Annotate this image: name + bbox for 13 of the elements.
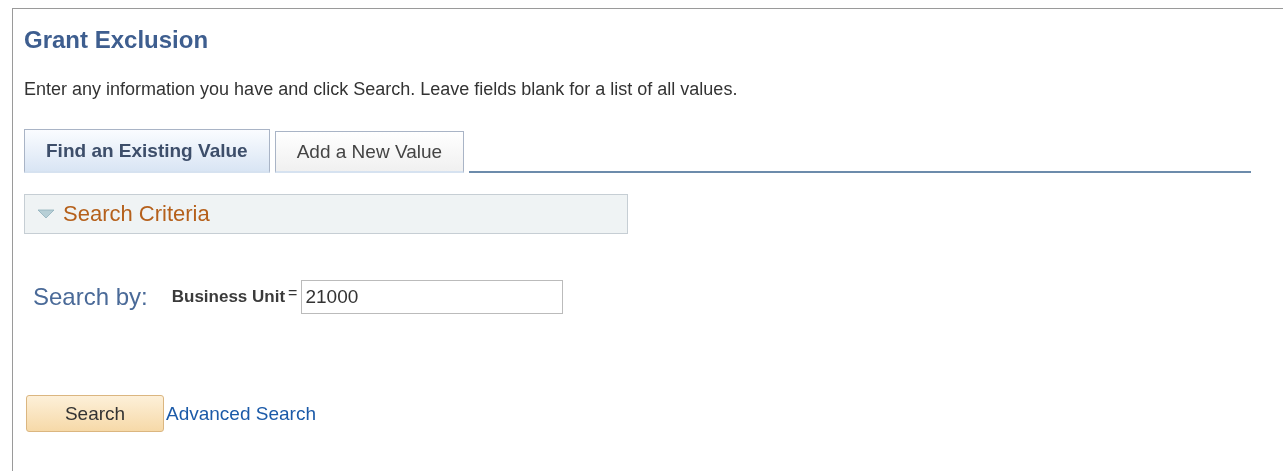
search-by-label: Search by:	[33, 283, 148, 311]
tab[interactable]: Find an Existing Value	[24, 129, 270, 173]
business-unit-field[interactable]: 21000	[301, 280, 564, 314]
search-button[interactable]: Search	[26, 395, 164, 432]
section-title: Search Criteria	[63, 201, 210, 227]
advanced-search-link[interactable]: Advanced Search	[166, 402, 316, 425]
collapse-triangle-icon	[37, 209, 55, 219]
field-label: Business Unit	[171, 287, 286, 307]
tab[interactable]: Add a New Value	[274, 131, 465, 173]
page-title: Grant Exclusion	[24, 26, 210, 54]
operator-text: =	[288, 284, 298, 302]
section-header[interactable]: Search Criteria	[24, 194, 628, 234]
instructions-text: Enter any information you have and click Search. Leave fields blank for a list of all values.	[24, 78, 739, 100]
